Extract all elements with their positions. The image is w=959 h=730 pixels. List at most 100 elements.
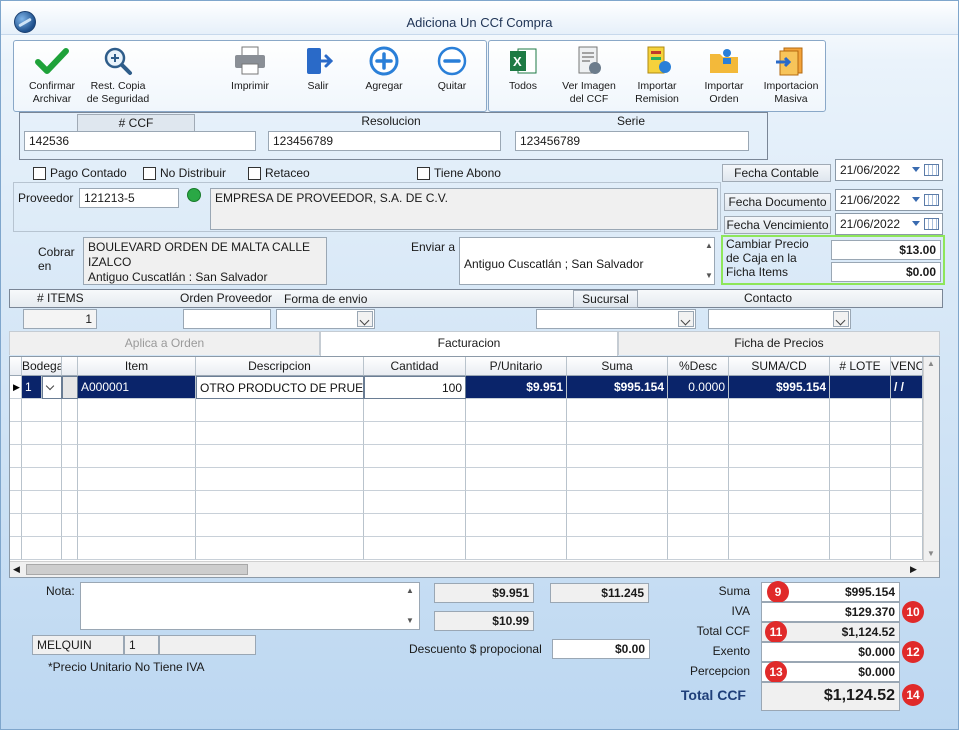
serie-input[interactable]: 123456789 <box>515 131 749 151</box>
grid-cell[interactable] <box>668 514 729 537</box>
nota-textarea[interactable] <box>80 582 420 630</box>
grid-cell[interactable] <box>62 445 78 468</box>
tiene-abono-checkbox[interactable]: Tiene Abono <box>417 166 501 180</box>
fecha-contable-picker[interactable]: 21/06/2022 <box>835 159 943 181</box>
grid-cell[interactable] <box>668 491 729 514</box>
grid-cell[interactable] <box>466 468 567 491</box>
chevron-down-icon[interactable] <box>678 311 694 327</box>
scroll-down-icon[interactable]: ▼ <box>705 271 713 280</box>
grid-cell[interactable] <box>62 537 78 560</box>
grid-cell[interactable] <box>196 537 364 560</box>
grid-cell[interactable] <box>567 399 668 422</box>
grid-cell[interactable] <box>10 422 22 445</box>
pago-contado-checkbox[interactable]: Pago Contado <box>33 166 127 180</box>
grid-cell[interactable] <box>891 491 923 514</box>
descuento-input[interactable]: $0.00 <box>552 639 650 659</box>
table-row-empty[interactable] <box>10 468 939 491</box>
scroll-down-icon[interactable]: ▼ <box>927 549 935 558</box>
cell-blank[interactable] <box>62 376 78 399</box>
col-descripcion-header[interactable]: Descripcion <box>196 357 364 376</box>
calendar-icon[interactable] <box>924 164 939 176</box>
cell-cantidad[interactable]: 100 <box>364 376 466 399</box>
sucursal-select[interactable] <box>536 309 696 329</box>
cell-punitario[interactable]: $9.951 <box>466 376 567 399</box>
grid-cell[interactable] <box>22 537 62 560</box>
grid-cell[interactable] <box>62 514 78 537</box>
grid-cell[interactable] <box>78 468 196 491</box>
grid-cell[interactable] <box>78 491 196 514</box>
forma-envio-select[interactable] <box>276 309 375 329</box>
importar-orden-button[interactable]: Importar Orden <box>686 45 762 109</box>
imprimir-button[interactable]: Imprimir <box>212 45 288 109</box>
grid-cell[interactable] <box>196 468 364 491</box>
cell-descripcion[interactable]: OTRO PRODUCTO DE PRUEBA <box>196 376 364 399</box>
table-row[interactable]: ▶ 1 A000001 OTRO PRODUCTO DE PRUEBA 100 … <box>10 376 939 399</box>
grid-cell[interactable] <box>78 537 196 560</box>
grid-cell[interactable] <box>729 399 830 422</box>
grid-cell[interactable] <box>729 422 830 445</box>
dropdown-arrow-icon[interactable] <box>912 197 920 202</box>
cell-venc[interactable]: / / <box>891 376 923 399</box>
grid-cell[interactable] <box>364 422 466 445</box>
grid-cell[interactable] <box>830 445 891 468</box>
grid-cell[interactable] <box>729 468 830 491</box>
grid-cell[interactable] <box>62 422 78 445</box>
precio-caja-value1[interactable]: $13.00 <box>831 240 941 260</box>
salir-button[interactable]: Salir <box>280 45 356 109</box>
col-sumacd-header[interactable]: SUMA/CD <box>729 357 830 376</box>
grid-cell[interactable] <box>22 422 62 445</box>
grid-cell[interactable] <box>364 537 466 560</box>
grid-cell[interactable] <box>22 445 62 468</box>
grid-cell[interactable] <box>22 468 62 491</box>
table-row-empty[interactable] <box>10 399 939 422</box>
grid-cell[interactable] <box>830 514 891 537</box>
grid-cell[interactable] <box>62 468 78 491</box>
grid-cell[interactable] <box>22 514 62 537</box>
grid-cell[interactable] <box>196 514 364 537</box>
orden-proveedor-input[interactable] <box>183 309 271 329</box>
grid-cell[interactable] <box>567 468 668 491</box>
enviar-scrollbar[interactable]: ▲ ▼ <box>703 239 714 283</box>
tab-ficha-precios[interactable]: Ficha de Precios <box>618 331 940 355</box>
grid-cell[interactable] <box>364 445 466 468</box>
table-row-empty[interactable] <box>10 537 939 560</box>
grid-cell[interactable] <box>891 468 923 491</box>
grid-cell[interactable] <box>78 422 196 445</box>
grid-cell[interactable] <box>78 445 196 468</box>
ccf-input[interactable]: 142536 <box>24 131 256 151</box>
grid-cell[interactable] <box>196 422 364 445</box>
table-row-empty[interactable] <box>10 422 939 445</box>
grid-cell[interactable] <box>466 537 567 560</box>
grid-cell[interactable] <box>729 537 830 560</box>
grid-cell[interactable] <box>891 445 923 468</box>
grid-cell[interactable] <box>364 514 466 537</box>
proveedor-code-input[interactable]: 121213-5 <box>79 188 179 208</box>
grid-cell[interactable] <box>668 468 729 491</box>
confirmar-archivar-button[interactable]: Confirmar Archivar <box>14 45 90 109</box>
table-row-empty[interactable] <box>10 445 939 468</box>
precio-caja-value2[interactable]: $0.00 <box>831 262 941 282</box>
grid-cell[interactable] <box>891 422 923 445</box>
col-suma-header[interactable]: Suma <box>567 357 668 376</box>
dropdown-arrow-icon[interactable] <box>912 221 920 226</box>
grid-cell[interactable] <box>10 491 22 514</box>
col-venc-header[interactable]: VENC <box>891 357 923 376</box>
cell-lote[interactable] <box>830 376 891 399</box>
agregar-button[interactable]: Agregar <box>346 45 422 109</box>
tab-aplica-orden[interactable]: Aplica a Orden <box>9 331 320 355</box>
col-cantidad-header[interactable]: Cantidad <box>364 357 466 376</box>
grid-cell[interactable] <box>22 399 62 422</box>
grid-cell[interactable] <box>668 537 729 560</box>
grid-cell[interactable] <box>10 445 22 468</box>
grid-cell[interactable] <box>22 491 62 514</box>
grid-cell[interactable] <box>891 537 923 560</box>
grid-cell[interactable] <box>364 468 466 491</box>
grid-cell[interactable] <box>891 399 923 422</box>
grid-cell[interactable] <box>830 399 891 422</box>
grid-cell[interactable] <box>466 399 567 422</box>
grid-cell[interactable] <box>196 445 364 468</box>
grid-cell[interactable] <box>830 491 891 514</box>
grid-cell[interactable] <box>830 422 891 445</box>
grid-vertical-scrollbar[interactable]: ▲ ▼ <box>923 357 939 562</box>
grid-cell[interactable] <box>466 514 567 537</box>
